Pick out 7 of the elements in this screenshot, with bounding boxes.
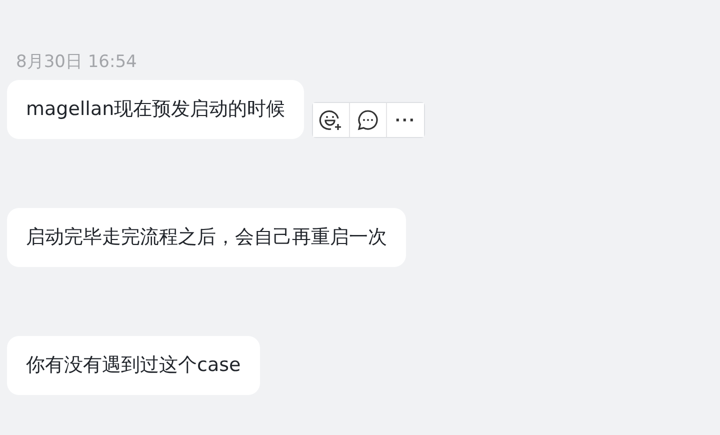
message-bubble: magellan现在预发启动的时候: [7, 80, 304, 139]
add-reaction-button[interactable]: [313, 103, 350, 137]
message-timestamp: 8月30日 16:54: [16, 51, 138, 74]
message-bubble: 你有没有遇到过这个case: [7, 336, 260, 395]
speech-bubble-icon: [356, 108, 380, 132]
message-bubble: 启动完毕走完流程之后，会自己再重启一次: [7, 208, 406, 267]
smiley-plus-icon: [319, 108, 344, 132]
